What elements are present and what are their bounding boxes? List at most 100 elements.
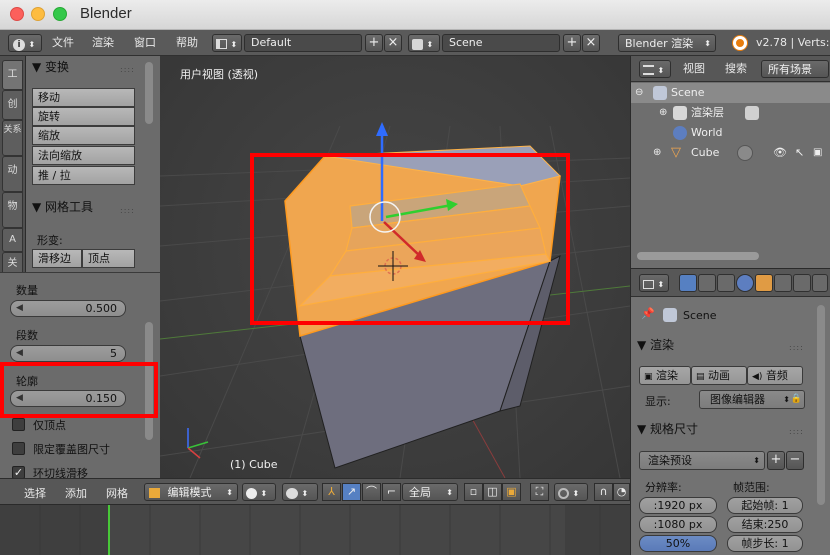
viewport-shading-selector[interactable]: ⬍ [242,483,276,501]
tool-shelf-scrollbar[interactable] [145,62,153,124]
expand-icon[interactable]: ⊕ [659,103,667,123]
arrow-left-icon[interactable]: ◀ [16,301,23,316]
face-select-mode-button[interactable]: ▣ [502,483,521,501]
minimize-window-button[interactable] [31,7,45,21]
end-frame-field[interactable]: 结束:250 [727,516,803,533]
transform-orientation-selector[interactable]: 全局 ⬍ [402,483,458,501]
outliner-editor-type-button[interactable]: ⬍ [639,60,671,78]
mode-selector[interactable]: 编辑模式 ⬍ [144,483,238,501]
outliner-menu-search[interactable]: 搜索 [725,60,747,78]
clamp-overlap-checkbox[interactable] [12,442,25,455]
scale-button[interactable]: 缩放 [32,126,135,145]
vertex-select-mode-button[interactable]: ▫ [464,483,483,501]
dimensions-panel-header[interactable]: ▼ 规格尺寸 [637,419,807,439]
close-window-button[interactable] [10,7,24,21]
outliner-row-cube[interactable]: ⊕ ▽ Cube 👁 ↖ ▣ [631,143,830,163]
proportional-edit-selector[interactable]: ⬍ [554,483,588,501]
vertex-only-checkbox[interactable] [12,418,25,431]
eye-icon[interactable]: 👁 [773,143,787,163]
tab-create[interactable]: 创 [2,90,23,120]
delete-screen-button[interactable]: × [384,34,402,52]
limit-selection-button[interactable]: ⛶ [530,483,549,501]
constraints-tab-icon[interactable] [774,274,792,292]
resolution-y-field[interactable]: :1080 px [639,516,717,533]
render-still-button[interactable]: ▣ 渲染 [639,366,691,385]
tab-grease[interactable]: A [2,228,23,252]
pivot-point-selector[interactable]: ⬍ [282,483,318,501]
scale-manipulator-button[interactable]: ⌐ [382,483,401,501]
render-audio-button[interactable]: ◀) 音频 [747,366,803,385]
collapse-icon[interactable]: ⊖ [635,83,643,103]
display-mode-selector[interactable]: 图像编辑器 ⬍ 🔒 [699,390,805,409]
outliner-display-filter[interactable]: 所有场景 [761,60,829,78]
slide-vertex-button[interactable]: 顶点 [82,249,135,268]
mesh-tools-panel-header[interactable]: ▼ 网格工具 [32,197,93,217]
render-tab-icon[interactable] [679,274,697,292]
drag-grip-icon[interactable]: :::: [120,65,135,74]
menu-add[interactable]: 添加 [65,485,87,501]
world-tab-icon[interactable] [736,274,754,292]
timeline-editor[interactable] [0,504,630,555]
add-screen-button[interactable]: + [365,34,383,52]
data-tab-icon[interactable] [812,274,828,292]
resolution-x-field[interactable]: :1920 px [639,497,717,514]
add-preset-button[interactable]: + [767,451,785,470]
properties-editor-type-button[interactable]: ⬍ [639,274,669,292]
3d-viewport[interactable]: 用户视图 (透视) (1) Cube [160,56,630,478]
menu-help[interactable]: 帮助 [176,34,198,52]
outliner-row-world[interactable]: World [631,123,830,143]
viewport-scene[interactable] [160,56,630,478]
menu-mesh[interactable]: 网格 [106,485,128,501]
screen-layout-selector[interactable]: ⬍ [212,34,242,52]
render-preset-selector[interactable]: 渲染预设 ⬍ [639,451,765,470]
object-tab-icon[interactable] [755,274,773,292]
frame-step-field[interactable]: 帧步长: 1 [727,535,803,552]
delete-scene-button[interactable]: × [582,34,600,52]
tab-physics[interactable]: 物 [2,192,23,228]
push-pull-button[interactable]: 推 / 拉 [32,166,135,185]
start-frame-field[interactable]: 起始帧: 1 [727,497,803,514]
drag-grip-icon[interactable]: :::: [789,343,804,352]
shrink-fatten-button[interactable]: 法向缩放 [32,146,135,165]
menu-select[interactable]: 选择 [24,485,46,501]
render-panel-header[interactable]: ▼ 渲染 [637,335,807,355]
tab-relations[interactable]: 关系 [2,120,23,156]
rotate-button[interactable]: 旋转 [32,107,135,126]
render-engine-selector[interactable]: Blender 渲染 ⬍ [618,34,716,52]
menu-render[interactable]: 渲染 [92,34,114,52]
segments-field[interactable]: ◀ 5 [10,345,126,362]
outliner-row-render-layers[interactable]: ⊕ 渲染层 [631,103,830,123]
rotate-manipulator-button[interactable]: ⌒ [362,483,381,501]
tab-animation[interactable]: 动 [2,156,23,192]
screen-layout-field[interactable]: Default [244,34,362,52]
render-layers-tab-icon[interactable] [698,274,716,292]
outliner-h-scrollbar[interactable] [637,252,759,260]
lock-icon[interactable]: 🔒 [791,391,802,408]
cursor-select-icon[interactable]: ↖ [795,143,804,163]
gizmo-z-arrow[interactable] [376,122,388,136]
editor-type-info-button[interactable]: i ⬍ [8,34,42,52]
arrow-left-icon[interactable]: ◀ [16,391,23,406]
tab-tools[interactable]: 工 [2,60,23,90]
menu-file[interactable]: 文件 [52,34,74,52]
profile-field[interactable]: ◀ 0.150 [10,390,126,407]
menu-window[interactable]: 窗口 [134,34,156,52]
snap-target-button[interactable]: ◔ [613,483,630,501]
render-layer-toggle-icon[interactable] [745,106,759,120]
scene-field[interactable]: Scene [442,34,560,52]
snap-toggle[interactable]: ∩ [594,483,613,501]
pin-icon[interactable]: 📌 [641,307,655,320]
zoom-window-button[interactable] [53,7,67,21]
add-scene-button[interactable]: + [563,34,581,52]
operator-panel-scrollbar[interactable] [145,322,153,440]
outliner-row-scene[interactable]: ⊖ Scene [631,83,830,103]
arrow-left-icon[interactable]: ◀ [16,346,23,361]
drag-grip-icon[interactable]: :::: [120,206,135,215]
amount-field[interactable]: ◀ 0.500 [10,300,126,317]
camera-render-icon[interactable]: ▣ [813,143,822,163]
move-button[interactable]: 移动 [32,88,135,107]
modifiers-tab-icon[interactable] [793,274,811,292]
manipulator-toggle[interactable]: ⅄ [322,483,341,501]
properties-scrollbar[interactable] [817,305,825,505]
remove-preset-button[interactable]: − [786,451,804,470]
